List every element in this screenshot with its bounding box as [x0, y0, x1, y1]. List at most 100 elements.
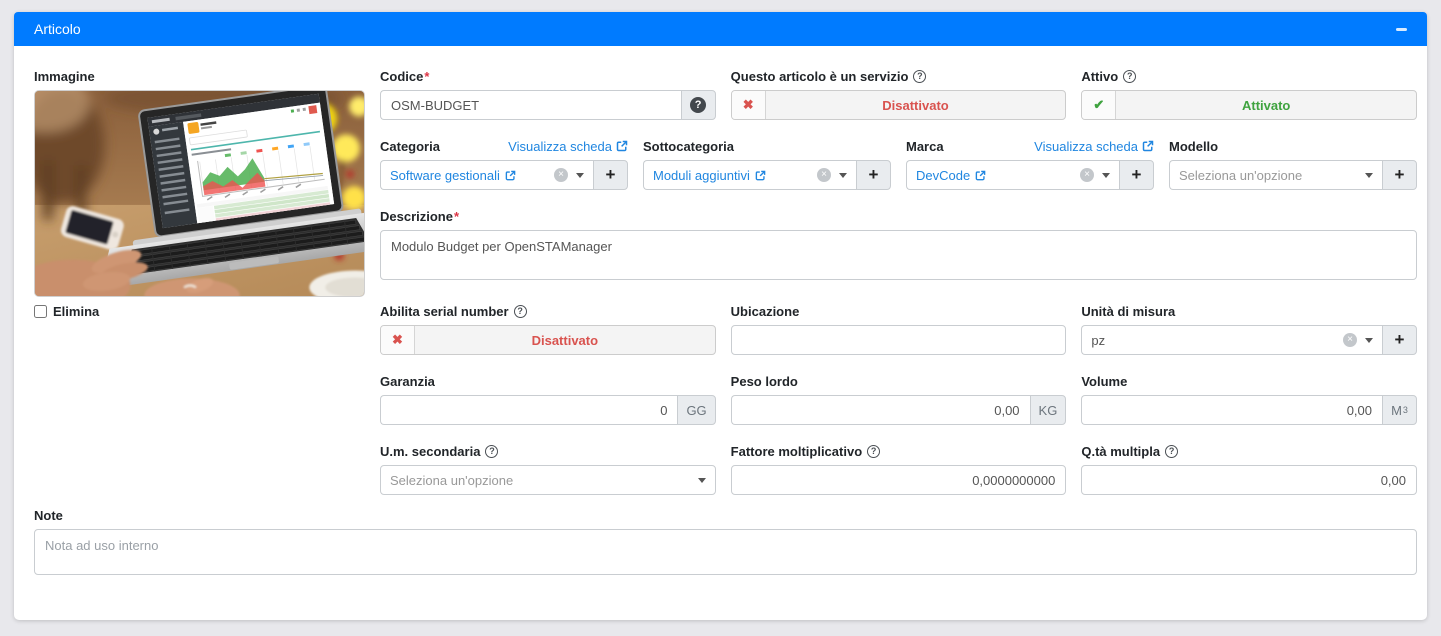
descrizione-label: Descrizione	[380, 209, 453, 224]
external-link-icon	[975, 170, 986, 181]
articolo-panel: Articolo Immagine	[14, 12, 1427, 620]
volume-label: Volume	[1081, 374, 1127, 389]
marca-visualizza-scheda-link[interactable]: Visualizza scheda	[1034, 139, 1154, 154]
chevron-down-icon	[1365, 338, 1373, 343]
volume-input[interactable]	[1081, 395, 1382, 425]
panel-title: Articolo	[34, 21, 81, 37]
elimina-checkbox-row[interactable]: Elimina	[34, 304, 365, 319]
elimina-checkbox[interactable]	[34, 305, 47, 318]
volume-unit-addon: M3	[1382, 395, 1417, 425]
serial-label: Abilita serial number	[380, 304, 509, 319]
field-unita-misura: Unità di misura pz × +	[1081, 303, 1417, 355]
check-icon: ✔	[1082, 91, 1116, 119]
categoria-add-button[interactable]: +	[593, 160, 628, 190]
field-um-secondaria: U.m. secondaria ? Seleziona un'opzione	[380, 443, 716, 495]
help-icon[interactable]: ?	[485, 445, 498, 458]
ubicazione-label: Ubicazione	[731, 304, 800, 319]
external-link-icon	[1142, 140, 1154, 152]
qta-multipla-label: Q.tà multipla	[1081, 444, 1160, 459]
modello-select[interactable]: Seleziona un'opzione	[1169, 160, 1382, 190]
unita-misura-select[interactable]: pz ×	[1081, 325, 1382, 355]
field-qta-multipla: Q.tà multipla ?	[1081, 443, 1417, 495]
categoria-value[interactable]: Software gestionali	[390, 168, 516, 183]
codice-label: Codice	[380, 69, 423, 84]
marca-value[interactable]: DevCode	[916, 168, 986, 183]
field-sottocategoria: Sottocategoria Moduli aggiuntivi ×	[643, 138, 891, 190]
clear-icon[interactable]: ×	[1080, 168, 1094, 182]
article-image[interactable]	[34, 90, 365, 297]
modello-placeholder: Seleziona un'opzione	[1179, 168, 1302, 183]
row-descrizione: Descrizione* Modulo Budget per OpenSTAMa…	[380, 208, 1417, 285]
qta-multipla-input[interactable]	[1081, 465, 1417, 495]
fields-column: Codice* ? Questo articolo è u	[380, 68, 1417, 505]
help-icon[interactable]: ?	[913, 70, 926, 83]
row-garanzia-peso-volume: Garanzia GG Peso lordo	[380, 373, 1417, 425]
servizio-label: Questo articolo è un servizio	[731, 69, 909, 84]
unita-misura-value: pz	[1091, 333, 1105, 348]
clear-icon[interactable]: ×	[554, 168, 568, 182]
external-link-icon	[505, 170, 516, 181]
field-servizio: Questo articolo è un servizio ? ✖ Disatt…	[731, 68, 1067, 120]
note-section: Note	[34, 507, 1417, 580]
sottocategoria-value[interactable]: Moduli aggiuntivi	[653, 168, 766, 183]
field-descrizione: Descrizione* Modulo Budget per OpenSTAMa…	[380, 208, 1417, 285]
panel-header: Articolo	[14, 12, 1427, 46]
modello-add-button[interactable]: +	[1382, 160, 1417, 190]
codice-help-addon[interactable]: ?	[681, 90, 716, 120]
serial-state: Disattivato	[415, 326, 715, 354]
chevron-down-icon	[1365, 173, 1373, 178]
field-volume: Volume M3	[1081, 373, 1417, 425]
required-marker: *	[454, 209, 459, 224]
garanzia-input[interactable]	[380, 395, 677, 425]
descrizione-textarea[interactable]: Modulo Budget per OpenSTAManager	[380, 230, 1417, 280]
page: Articolo Immagine	[0, 0, 1441, 636]
categoria-visualizza-scheda-link[interactable]: Visualizza scheda	[508, 139, 628, 154]
help-icon[interactable]: ?	[514, 305, 527, 318]
minus-icon	[1396, 28, 1407, 31]
question-circle-icon: ?	[690, 97, 706, 113]
peso-lordo-unit-addon: KG	[1030, 395, 1067, 425]
collapse-button[interactable]	[1390, 24, 1413, 35]
field-categoria: Categoria Visualizza scheda Software ges…	[380, 138, 628, 190]
chevron-down-icon	[698, 478, 706, 483]
marca-label: Marca	[906, 139, 944, 154]
um-secondaria-select[interactable]: Seleziona un'opzione	[380, 465, 716, 495]
clear-icon[interactable]: ×	[817, 168, 831, 182]
fattore-input[interactable]	[731, 465, 1067, 495]
um-secondaria-label: U.m. secondaria	[380, 444, 480, 459]
external-link-icon	[755, 170, 766, 181]
servizio-toggle[interactable]: ✖ Disattivato	[731, 90, 1067, 120]
laptop-photo-svg	[35, 91, 364, 296]
row-categoria-marca: Categoria Visualizza scheda Software ges…	[380, 138, 1417, 190]
field-ubicazione: Ubicazione	[731, 303, 1067, 355]
chevron-down-icon	[839, 173, 847, 178]
unita-misura-add-button[interactable]: +	[1382, 325, 1417, 355]
sottocategoria-label: Sottocategoria	[643, 139, 734, 154]
serial-toggle[interactable]: ✖ Disattivato	[380, 325, 716, 355]
chevron-down-icon	[576, 173, 584, 178]
unita-misura-label: Unità di misura	[1081, 304, 1175, 319]
field-codice: Codice* ?	[380, 68, 716, 120]
attivo-toggle[interactable]: ✔ Attivato	[1081, 90, 1417, 120]
modello-label: Modello	[1169, 139, 1218, 154]
codice-input[interactable]	[380, 90, 681, 120]
fattore-label: Fattore moltiplicativo	[731, 444, 862, 459]
marca-add-button[interactable]: +	[1119, 160, 1154, 190]
note-textarea[interactable]	[34, 529, 1417, 575]
categoria-select[interactable]: Software gestionali ×	[380, 160, 593, 190]
chevron-down-icon	[1102, 173, 1110, 178]
help-icon[interactable]: ?	[1165, 445, 1178, 458]
sottocategoria-select[interactable]: Moduli aggiuntivi ×	[643, 160, 856, 190]
ubicazione-input[interactable]	[731, 325, 1067, 355]
help-icon[interactable]: ?	[867, 445, 880, 458]
field-fattore: Fattore moltiplicativo ?	[731, 443, 1067, 495]
help-icon[interactable]: ?	[1123, 70, 1136, 83]
field-serial: Abilita serial number ? ✖ Disattivato	[380, 303, 716, 355]
peso-lordo-input[interactable]	[731, 395, 1030, 425]
clear-icon[interactable]: ×	[1343, 333, 1357, 347]
cross-icon: ✖	[732, 91, 766, 119]
row-codice-servizio-attivo: Codice* ? Questo articolo è u	[380, 68, 1417, 120]
field-peso-lordo: Peso lordo KG	[731, 373, 1067, 425]
sottocategoria-add-button[interactable]: +	[856, 160, 891, 190]
marca-select[interactable]: DevCode ×	[906, 160, 1119, 190]
